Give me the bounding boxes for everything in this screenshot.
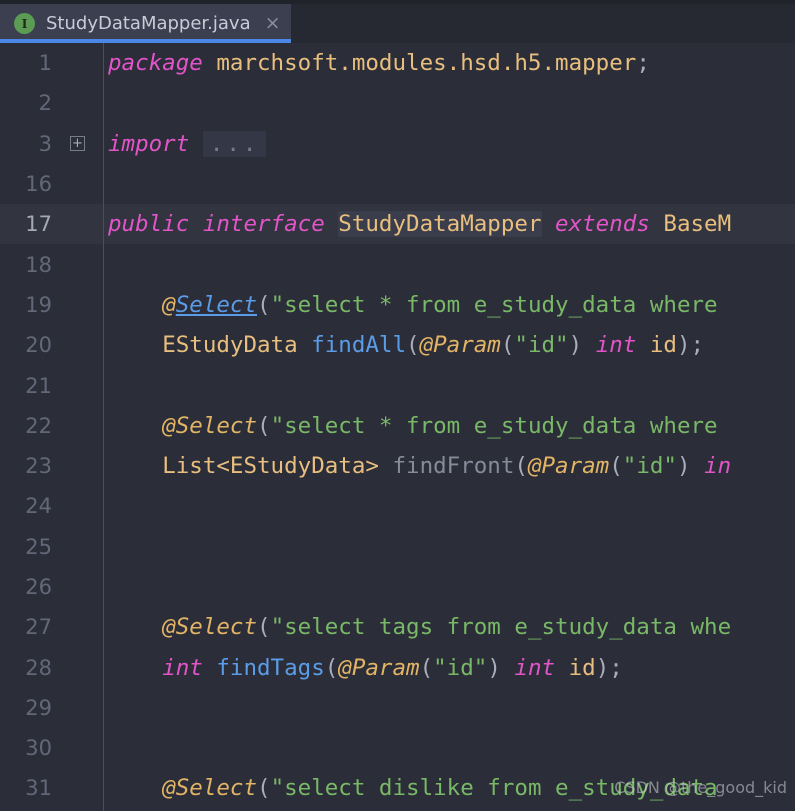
code-line[interactable]: 30 <box>0 728 795 768</box>
code-line[interactable]: 16 <box>0 164 795 204</box>
code-text: int findTags(@Param("id") int id); <box>162 654 623 681</box>
code-text: public interface StudyDataMapper extends… <box>108 211 732 238</box>
line-number: 2 <box>38 91 52 116</box>
code-line[interactable]: 3 + import ... <box>0 124 795 164</box>
code-line[interactable]: 2 <box>0 83 795 123</box>
code-line[interactable]: 20 EStudyData findAll(@Param("id") int i… <box>0 325 795 365</box>
line-number: 24 <box>25 494 52 519</box>
line-number: 29 <box>25 695 52 720</box>
code-line[interactable]: 24 <box>0 486 795 526</box>
code-text: @Select("select dislike from e_study_dat… <box>162 775 718 802</box>
editor-tab-bar: I StudyDataMapper.java × <box>0 4 795 43</box>
tab-title: StudyDataMapper.java <box>46 13 251 34</box>
line-number: 21 <box>25 373 52 398</box>
interface-icon: I <box>14 13 35 34</box>
code-line[interactable]: 1 package marchsoft.modules.hsd.h5.mappe… <box>0 43 795 83</box>
line-number: 16 <box>25 172 52 197</box>
line-number: 22 <box>25 413 52 438</box>
code-line[interactable]: 19 @Select("select * from e_study_data w… <box>0 285 795 325</box>
annotation-link-select[interactable]: Select <box>176 292 257 318</box>
line-number: 20 <box>25 333 52 358</box>
fold-placeholder[interactable]: ... <box>202 130 267 157</box>
line-number: 19 <box>25 292 52 317</box>
code-line[interactable]: 29 <box>0 688 795 728</box>
close-icon[interactable]: × <box>265 14 281 33</box>
line-number: 18 <box>25 252 52 277</box>
line-number: 17 <box>25 212 52 237</box>
code-text: @Select("select * from e_study_data wher… <box>162 412 718 439</box>
line-number: 25 <box>25 534 52 559</box>
selected-identifier: StudyDataMapper <box>338 211 542 238</box>
code-text: @Select("select * from e_study_data wher… <box>162 291 718 318</box>
expand-fold-icon[interactable]: + <box>70 136 85 152</box>
line-number: 26 <box>25 575 52 599</box>
code-line[interactable]: 28 int findTags(@Param("id") int id); <box>0 647 795 687</box>
line-number: 3 <box>38 131 52 156</box>
code-text: @Select("select tags from e_study_data w… <box>162 614 732 641</box>
fold-zone[interactable]: + <box>57 136 98 152</box>
line-number: 23 <box>25 454 52 479</box>
line-number: 27 <box>25 615 52 640</box>
code-line[interactable]: 26 <box>0 567 795 607</box>
code-line[interactable]: 27 @Select("select tags from e_study_dat… <box>0 607 795 647</box>
code-line[interactable]: 23 List<EStudyData> findFront(@Param("id… <box>0 446 795 486</box>
code-line-current[interactable]: 17 public interface StudyDataMapper exte… <box>0 204 795 245</box>
code-line[interactable]: 22 @Select("select * from e_study_data w… <box>0 406 795 446</box>
code-line[interactable]: 18 <box>0 244 795 284</box>
code-line[interactable]: 31 @Select("select dislike from e_study_… <box>0 768 795 808</box>
tab-study-data-mapper[interactable]: I StudyDataMapper.java × <box>0 4 291 43</box>
line-number: 28 <box>25 655 52 680</box>
code-text: List<EStudyData> findFront(@Param("id") … <box>162 453 732 480</box>
line-number: 30 <box>25 736 52 761</box>
code-text: EStudyData findAll(@Param("id") int id); <box>162 332 705 359</box>
code-line[interactable]: 25 <box>0 527 795 567</box>
line-number: 1 <box>38 51 52 76</box>
line-number: 31 <box>25 776 52 801</box>
code-line[interactable]: 21 <box>0 365 795 405</box>
gutter-separator <box>103 43 104 811</box>
code-text: import ... <box>98 130 795 157</box>
code-text: package marchsoft.modules.hsd.h5.mapper; <box>108 50 650 77</box>
code-editor[interactable]: 1 package marchsoft.modules.hsd.h5.mappe… <box>0 43 795 811</box>
